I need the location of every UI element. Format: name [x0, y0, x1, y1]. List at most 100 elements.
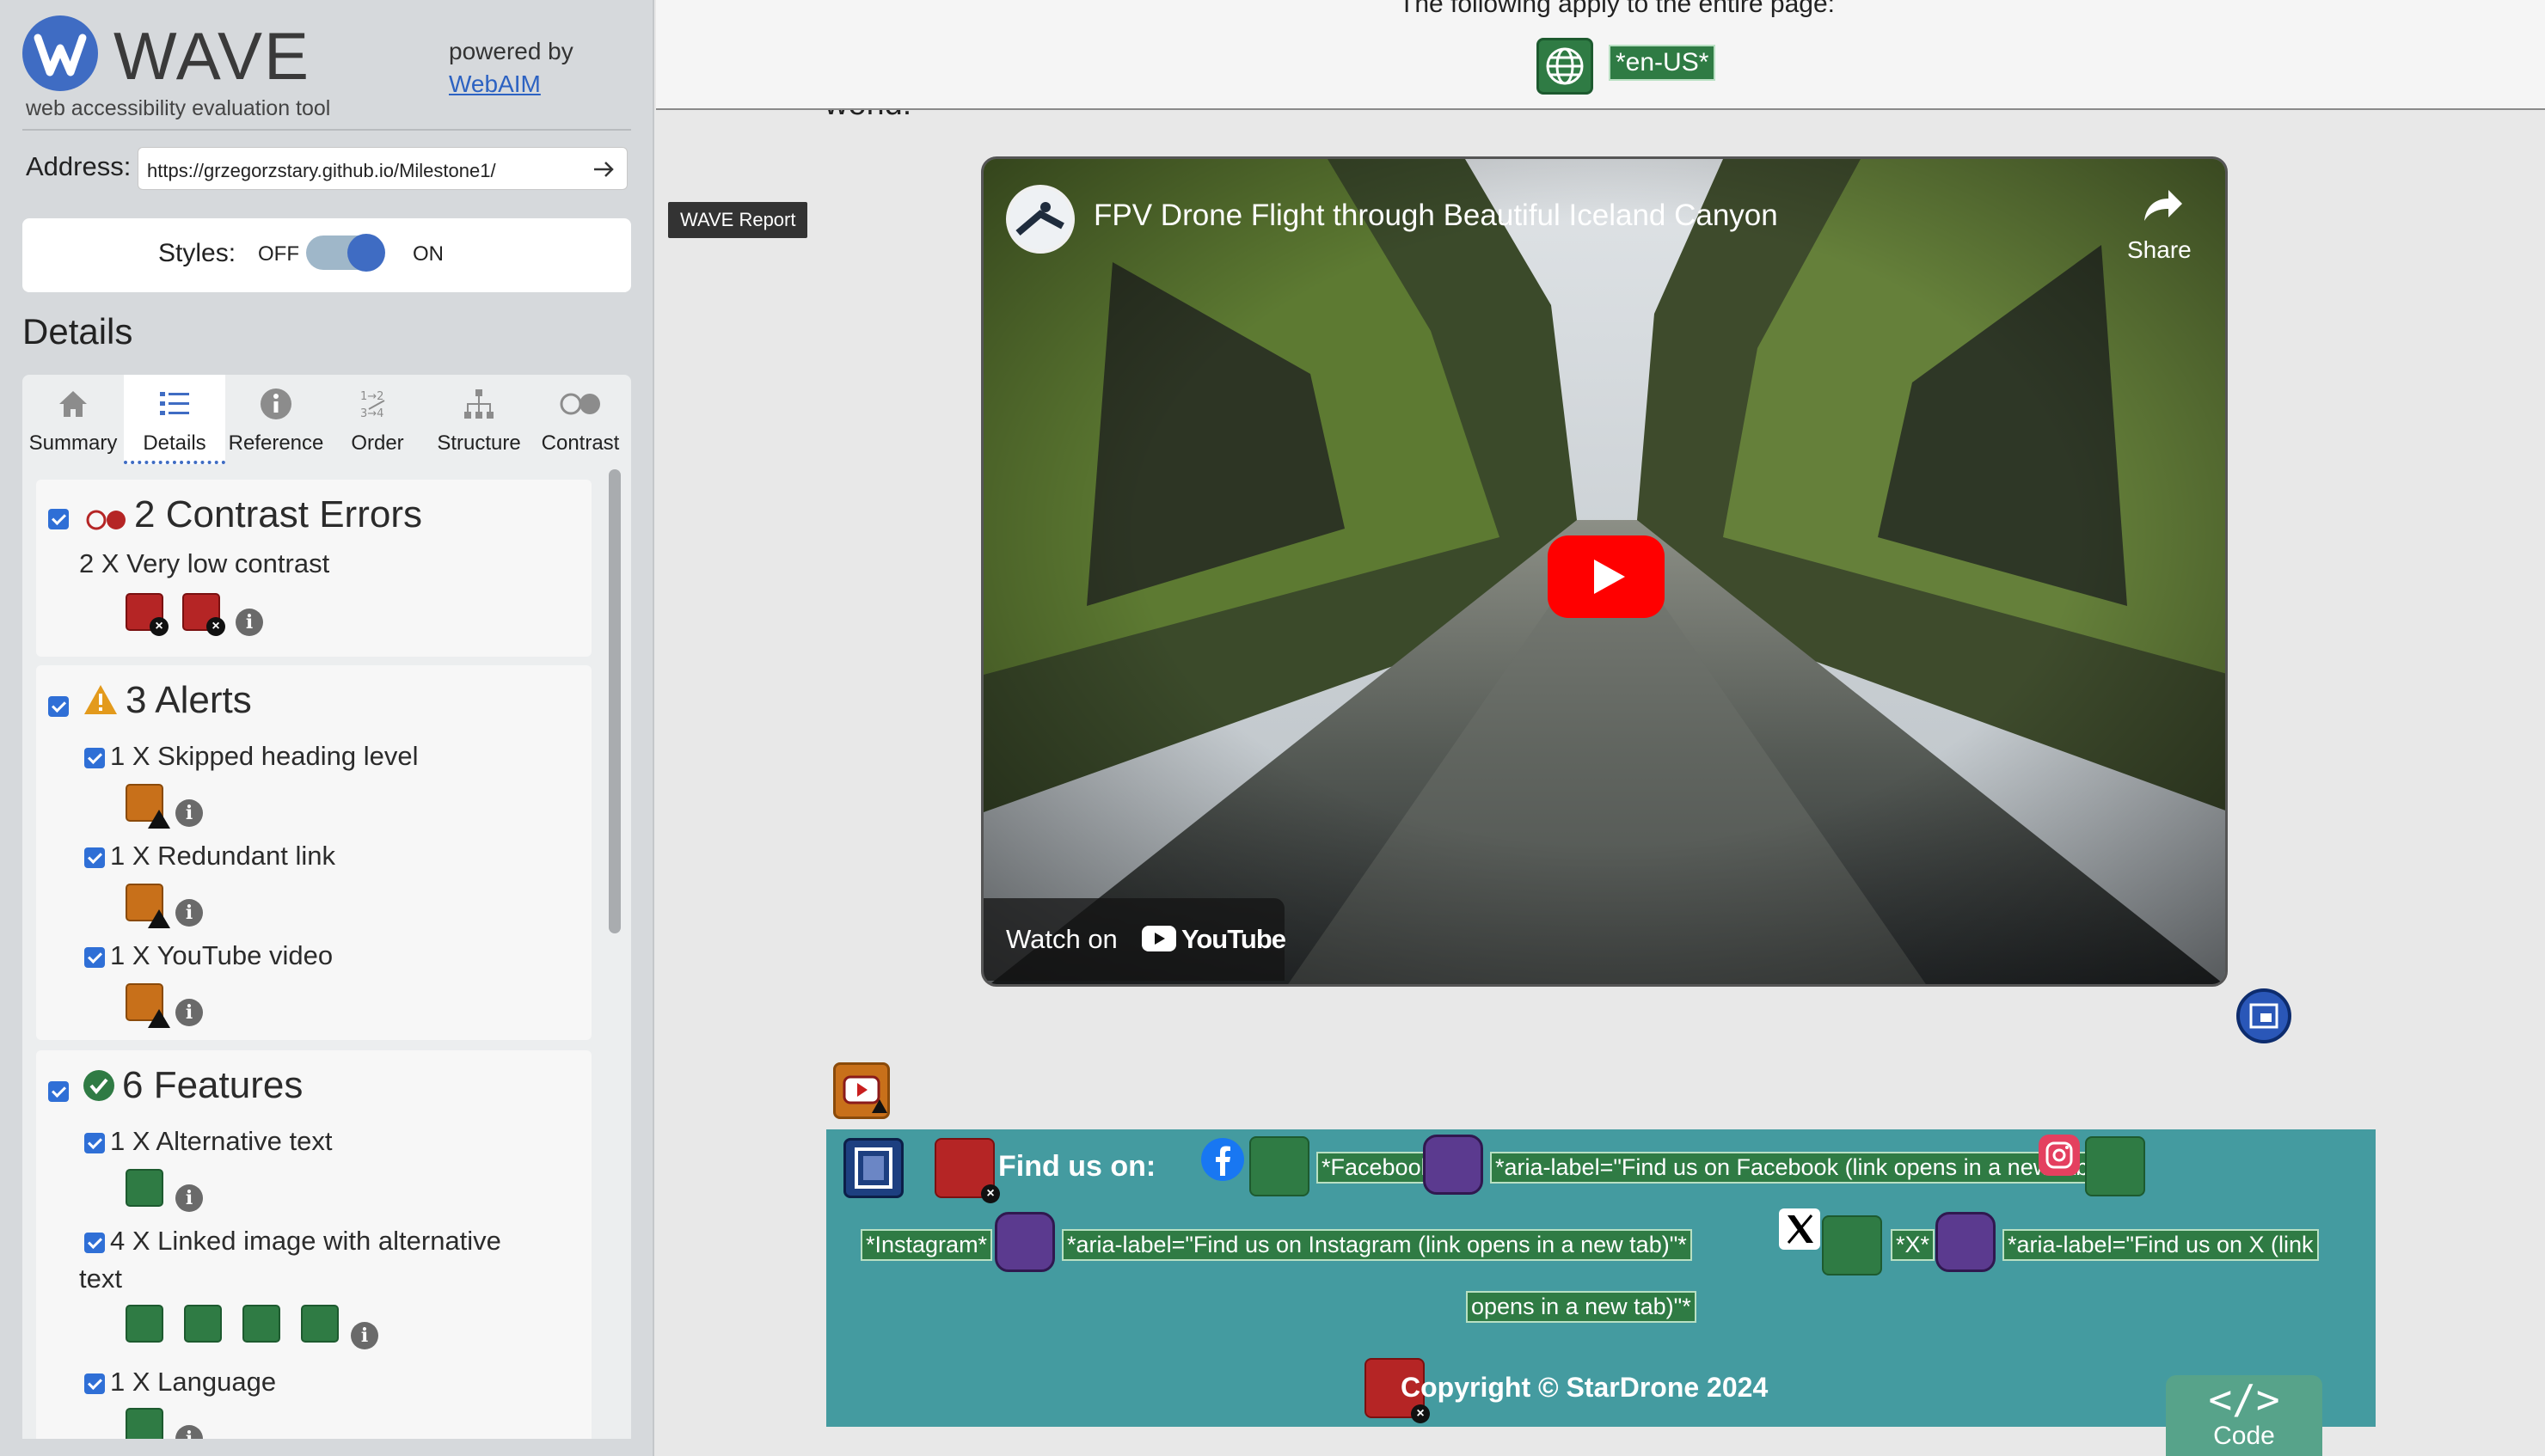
language-checkbox[interactable] — [84, 1373, 105, 1394]
styles-on-label: ON — [413, 242, 444, 266]
details-panel: 2 Contrast Errors 2 X Very low contrast … — [22, 464, 631, 1439]
video-title[interactable]: FPV Drone Flight through Beautiful Icela… — [1094, 199, 1778, 233]
youtube-alert-icon[interactable] — [126, 983, 170, 1028]
linked-image-icon[interactable] — [126, 1305, 163, 1343]
code-icon: </> — [2208, 1376, 2280, 1422]
tab-label: Contrast — [541, 431, 620, 455]
tab-structure[interactable]: Structure — [428, 375, 530, 464]
info-icon — [261, 388, 291, 419]
features-title: 6 Features — [122, 1064, 304, 1106]
redundant-link-checkbox[interactable] — [84, 847, 105, 868]
youtube-alert-icon[interactable] — [833, 1062, 890, 1119]
address-value: https://grzegorzstary.github.io/Mileston… — [147, 160, 496, 181]
redundant-link-icon[interactable] — [126, 884, 170, 928]
play-button[interactable] — [1548, 535, 1665, 618]
structure-icon — [464, 389, 494, 419]
address-label: Address: — [26, 151, 132, 181]
tab-reference[interactable]: Reference — [225, 375, 327, 464]
info-icon[interactable]: i — [175, 899, 203, 927]
info-icon[interactable]: i — [175, 1425, 203, 1439]
contrast-error-icon[interactable]: × — [126, 593, 169, 636]
youtube-wordmark: YouTube — [1181, 924, 1286, 954]
linked-image-icon[interactable] — [184, 1305, 222, 1343]
contrast-errors-title: 2 Contrast Errors — [134, 493, 422, 535]
svg-text:1→2: 1→2 — [360, 390, 383, 403]
youtube-logo-icon — [1142, 926, 1176, 951]
powered-by-text: powered by — [449, 38, 573, 64]
contrast-errors-checkbox[interactable] — [48, 509, 69, 529]
info-icon[interactable]: i — [175, 799, 203, 827]
language-globe-icon[interactable] — [126, 1408, 163, 1439]
arrow-right-icon[interactable] — [589, 155, 618, 184]
instagram-icon[interactable] — [2037, 1133, 2082, 1178]
share-icon[interactable] — [2137, 185, 2186, 226]
alerts-title: 3 Alerts — [126, 679, 252, 721]
watch-on-youtube-link[interactable]: Watch on YouTube — [984, 898, 1286, 981]
aria-label-tag-icon[interactable] — [1423, 1135, 1483, 1195]
error-x-icon: × — [150, 617, 169, 636]
contrast-error-icon[interactable]: × — [935, 1138, 1000, 1203]
aria-label-tag-icon[interactable] — [1935, 1212, 1996, 1272]
youtube-video-embed[interactable]: FPV Drone Flight through Beautiful Icela… — [981, 156, 2228, 987]
alt-text-image-icon[interactable] — [126, 1169, 163, 1207]
x-twitter-icon[interactable] — [1779, 1208, 1820, 1250]
features-checkbox[interactable] — [48, 1081, 69, 1102]
code-label: Code — [2213, 1422, 2275, 1450]
language-tag: *en-US* — [1609, 45, 1716, 81]
tab-summary[interactable]: Summary — [22, 375, 124, 464]
linked-image-text-cont: text — [79, 1263, 122, 1294]
warning-badge-icon — [148, 810, 170, 829]
footer-landmark-icon[interactable] — [843, 1138, 904, 1198]
divider — [22, 129, 631, 131]
details-scrollbar[interactable] — [609, 469, 621, 933]
tab-label: Order — [351, 431, 404, 455]
youtube-video-checkbox[interactable] — [84, 947, 105, 968]
webaim-link[interactable]: WebAIM — [449, 70, 541, 98]
linked-image-checkbox[interactable] — [84, 1233, 105, 1253]
info-icon[interactable]: i — [175, 1184, 203, 1212]
contrast-error-icon[interactable]: × — [182, 593, 225, 636]
alt-text-text: 1 X Alternative text — [110, 1126, 333, 1156]
skipped-heading-text: 1 X Skipped heading level — [110, 741, 419, 771]
toggle-knob — [347, 234, 385, 272]
linked-image-icon[interactable] — [242, 1305, 280, 1343]
styles-toggle[interactable] — [306, 234, 385, 272]
info-icon[interactable]: i — [175, 999, 203, 1026]
very-low-contrast-text: 2 X Very low contrast — [79, 548, 330, 578]
copyright-text: Copyright © StarDrone 2024 — [1401, 1372, 1769, 1403]
picture-in-picture-icon[interactable] — [2236, 988, 2291, 1043]
features-card: 6 Features 1 X Alternative text i 4 X Li… — [36, 1050, 592, 1439]
facebook-icon[interactable] — [1199, 1136, 1246, 1183]
facebook-aria-tag: *aria-label="Find us on Facebook (link o… — [1490, 1152, 2119, 1184]
language-text: 1 X Language — [110, 1367, 277, 1397]
aria-label-tag-icon[interactable] — [995, 1212, 1055, 1272]
code-toggle-button[interactable]: </> Code — [2166, 1375, 2322, 1456]
alt-text-checkbox[interactable] — [84, 1133, 105, 1153]
page-wide-features-bar: The following apply to the entire page: … — [656, 0, 2545, 110]
find-us-text: Find us on: — [998, 1150, 1156, 1183]
language-globe-icon[interactable] — [1536, 38, 1593, 95]
tab-details[interactable]: Details — [124, 375, 225, 464]
tab-label: Summary — [28, 431, 118, 455]
info-icon[interactable]: i — [351, 1322, 378, 1349]
alerts-checkbox[interactable] — [48, 696, 69, 717]
linked-image-icon[interactable] — [1822, 1215, 1882, 1276]
info-icon[interactable]: i — [236, 609, 263, 636]
wave-logo-icon — [22, 15, 98, 91]
tab-label: Structure — [437, 431, 521, 455]
tab-order[interactable]: 1→2 3→4 Order — [327, 375, 428, 464]
share-label[interactable]: Share — [2127, 236, 2192, 264]
skipped-heading-checkbox[interactable] — [84, 748, 105, 768]
tab-contrast[interactable]: Contrast — [530, 375, 631, 464]
linked-image-icon[interactable] — [2085, 1136, 2145, 1196]
x-aria-tag-line1: *aria-label="Find us on X (link — [2002, 1229, 2319, 1261]
styles-label: Styles: — [158, 239, 236, 267]
error-x-icon: × — [981, 1184, 1000, 1203]
channel-avatar[interactable] — [1006, 185, 1075, 254]
address-input[interactable]: https://grzegorzstary.github.io/Mileston… — [138, 147, 628, 190]
youtube-video-text: 1 X YouTube video — [110, 940, 334, 970]
skipped-heading-icon[interactable] — [126, 784, 170, 829]
linked-image-icon[interactable] — [1249, 1136, 1309, 1196]
tab-bar: Summary Details Reference 1→2 3→4 Order S… — [22, 375, 631, 464]
linked-image-icon[interactable] — [301, 1305, 339, 1343]
